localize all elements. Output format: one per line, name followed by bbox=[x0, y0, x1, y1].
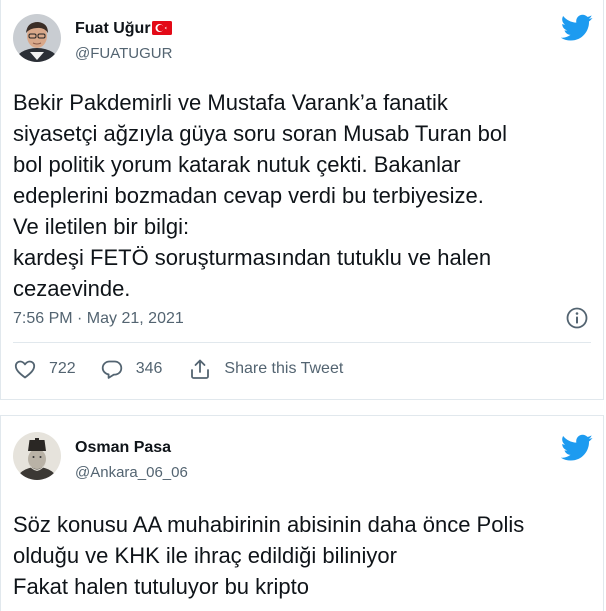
tweet-text-line: Söz konusu AA muhabirinin abisinin daha … bbox=[13, 512, 525, 537]
author-name-text: Fuat Uğur bbox=[75, 20, 151, 37]
tweet-text-line: Ve iletilen bir bilgi: bbox=[13, 214, 190, 239]
share-label: Share this Tweet bbox=[224, 360, 344, 377]
tweet-text: Söz konusu AA muhabirinin abisinin daha … bbox=[13, 509, 595, 602]
author-handle[interactable]: @FUATUGUR bbox=[75, 44, 172, 64]
avatar-photo bbox=[13, 14, 61, 62]
like-count: 722 bbox=[49, 360, 76, 377]
divider bbox=[13, 342, 591, 343]
author-avatar[interactable] bbox=[13, 432, 61, 480]
reply-count: 346 bbox=[135, 360, 163, 377]
avatar-photo bbox=[13, 432, 61, 480]
author-handle[interactable]: @Ankara_06_06 bbox=[75, 463, 188, 483]
twitter-bird-icon[interactable] bbox=[561, 434, 593, 462]
turkey-flag-icon bbox=[151, 21, 172, 35]
tweet-card[interactable]: Osman Pasa @Ankara_06_06 Söz konusu AA m… bbox=[0, 415, 604, 611]
tweet-text-line: siyasetçi ağzıyla güya soru soran Musab … bbox=[13, 121, 508, 146]
tweet-timestamp[interactable]: 7:56 PM · May 21, 2021 bbox=[13, 308, 184, 330]
twitter-bird-icon[interactable] bbox=[561, 14, 593, 42]
tweet-text: Bekir Pakdemirli ve Mustafa Varank’a fan… bbox=[13, 87, 595, 304]
tweet-card[interactable]: Fuat Uğur @FUATUGUR Bekir Pakdemirli ve … bbox=[0, 0, 604, 400]
tweet-text-line: cezaevinde. bbox=[13, 276, 131, 301]
info-icon[interactable] bbox=[565, 306, 589, 330]
like-button[interactable]: 722 bbox=[13, 357, 76, 381]
tweet-text-line: edeplerini bozmadan cevap verdi bu terbi… bbox=[13, 183, 484, 208]
tweet-text-line: Fakat halen tutuluyor bu kripto bbox=[13, 574, 309, 599]
heart-icon bbox=[14, 360, 36, 379]
tweet-text-line: Bekir Pakdemirli ve Mustafa Varank’a fan… bbox=[13, 90, 448, 115]
share-button[interactable]: Share this Tweet bbox=[188, 357, 343, 381]
tweet-text-line: kardeşi FETÖ soruşturmasından tutuklu ve… bbox=[13, 245, 492, 270]
share-icon bbox=[191, 359, 210, 379]
tweet-text-line: bol politik yorum katarak nutuk çekti. B… bbox=[13, 152, 461, 177]
reply-icon bbox=[101, 360, 122, 379]
reply-button[interactable]: 346 bbox=[100, 357, 163, 381]
tweet-text-line: olduğu ve KHK ile ihraç edildiği biliniy… bbox=[13, 543, 397, 568]
tweet-actions: 722 346 Share this Tweet bbox=[13, 356, 343, 382]
author-name[interactable]: Fuat Uğur bbox=[75, 19, 172, 39]
author-avatar[interactable] bbox=[13, 14, 61, 62]
author-name[interactable]: Osman Pasa bbox=[75, 438, 171, 458]
